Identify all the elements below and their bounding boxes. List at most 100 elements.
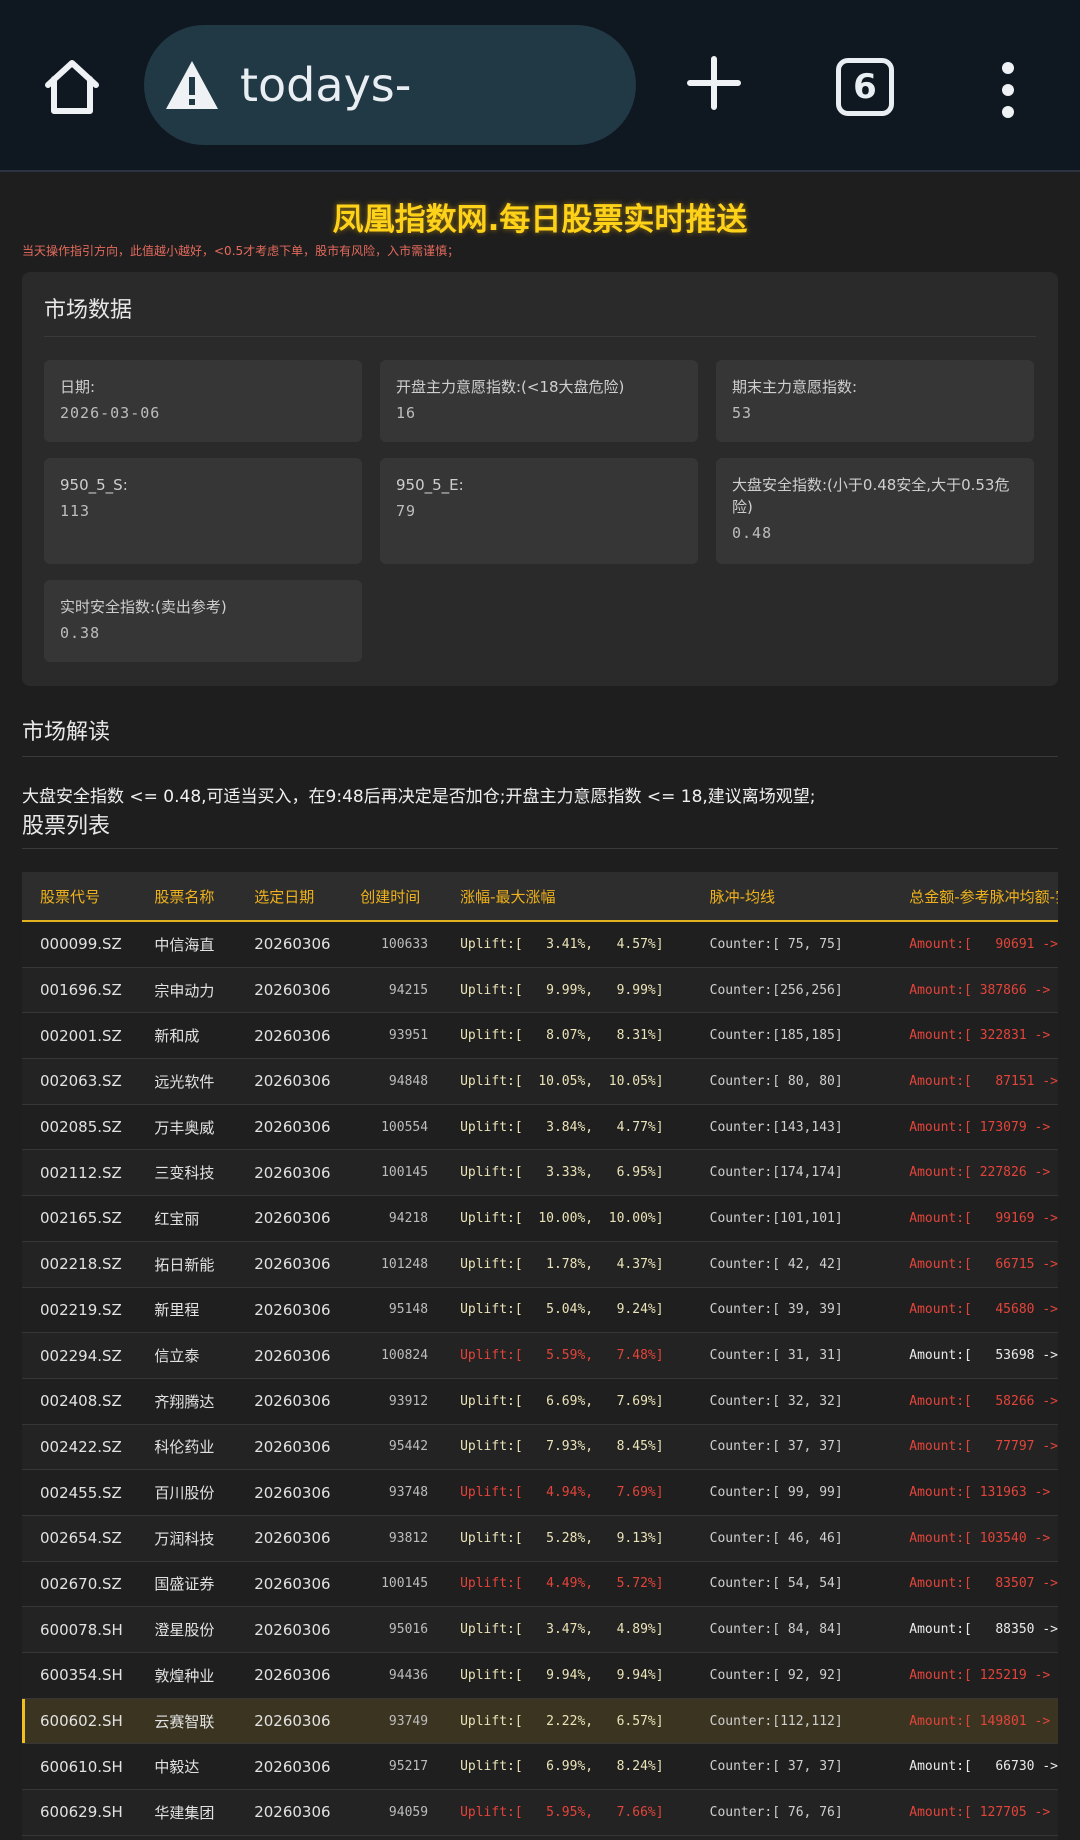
amount-cell: Amount:[ 66715 -> (891, 1241, 1058, 1288)
uplift-cell: Uplift:[ 2.22%, 6.57%] (442, 1698, 692, 1745)
select-date-cell: 20260306 (236, 1789, 343, 1836)
table-row[interactable]: 002294.SZ 信立泰 20260306 100824 Uplift:[ 5.59%… (22, 1332, 1058, 1379)
column-header-amount[interactable]: 总金额-参考脉冲均额-实 (891, 872, 1058, 922)
metric-close-intent: 期末主力意愿指数: 53 (716, 360, 1034, 442)
stock-code-cell: 600629.SH (22, 1789, 137, 1836)
select-date-cell: 20260306 (236, 1469, 343, 1516)
table-row[interactable]: 002219.SZ 新里程 20260306 95148 Uplift:[ 5.04%,… (22, 1287, 1058, 1334)
table-row[interactable]: 600078.SH 澄星股份 20260306 95016 Uplift:[ 3.47%… (22, 1606, 1058, 1653)
stock-code-cell: 002455.SZ (22, 1469, 137, 1516)
metric-label: 日期: (60, 378, 96, 396)
column-header-date[interactable]: 选定日期 (236, 872, 343, 922)
counter-cell: Counter:[ 76, 76] (691, 1789, 892, 1836)
column-header-name[interactable]: 股票名称 (136, 872, 237, 922)
amount-cell: Amount:[ 131963 -> (891, 1469, 1058, 1516)
tab-switcher-button[interactable]: 6 (836, 58, 894, 116)
table-row[interactable]: 000099.SZ 中信海直 20260306 100633 Uplift:[ 3.41… (22, 921, 1058, 968)
table-row[interactable]: 600610.SH 中毅达 20260306 95217 Uplift:[ 6.99%,… (22, 1743, 1058, 1791)
create-time-cell: 95442 (342, 1424, 443, 1471)
column-header-time[interactable]: 创建时间 (342, 872, 443, 922)
table-row[interactable]: 002001.SZ 新和成 20260306 93951 Uplift:[ 8.07%,… (22, 1012, 1058, 1060)
counter-cell: Counter:[ 37, 37] (691, 1743, 892, 1791)
table-row[interactable]: 002670.SZ 国盛证券 20260306 100145 Uplift:[ 4.49… (22, 1561, 1058, 1608)
table-row[interactable]: 001696.SZ 宗申动力 20260306 94215 Uplift:[ 9.99%… (22, 967, 1058, 1014)
table-row[interactable]: 600629.SH 华建集团 20260306 94059 Uplift:[ 5.95%… (22, 1789, 1058, 1836)
stock-name-cell: 中毅达 (136, 1743, 237, 1791)
stock-name-cell: 国盛证券 (136, 1561, 237, 1608)
metric-label: 950_5_E: (396, 476, 464, 494)
stock-code-cell: 000099.SZ (22, 921, 137, 968)
new-tab-icon[interactable] (686, 55, 742, 111)
stock-code-cell: 002408.SZ (22, 1378, 137, 1425)
table-row[interactable]: 002455.SZ 百川股份 20260306 93748 Uplift:[ 4.94%… (22, 1469, 1058, 1516)
more-menu-icon[interactable] (990, 60, 1026, 120)
create-time-cell: 94436 (342, 1652, 443, 1699)
counter-cell: Counter:[185,185] (691, 1012, 892, 1060)
counter-cell: Counter:[ 46, 46] (691, 1515, 892, 1562)
metric-value: 0.48 (732, 524, 773, 542)
stock-list-title: 股票列表 (22, 814, 111, 839)
table-row[interactable]: 002408.SZ 齐翔腾达 20260306 93912 Uplift:[ 6.69%… (22, 1378, 1058, 1425)
stock-name-cell: 拓日新能 (136, 1241, 237, 1288)
divider (22, 848, 1058, 849)
table-row[interactable]: 600354.SH 敦煌种业 20260306 94436 Uplift:[ 9.94%… (22, 1652, 1058, 1699)
uplift-cell: Uplift:[ 3.41%, 4.57%] (442, 921, 692, 968)
stock-code-cell: 002654.SZ (22, 1515, 137, 1562)
amount-cell: Amount:[ 387866 -> (891, 967, 1058, 1014)
amount-cell: Amount:[ 127705 -> (891, 1789, 1058, 1836)
uplift-cell: Uplift:[ 6.99%, 8.24%] (442, 1743, 692, 1791)
uplift-cell: Uplift:[ 8.07%, 8.31%] (442, 1012, 692, 1060)
column-header-code[interactable]: 股票代号 (22, 872, 137, 922)
uplift-cell: Uplift:[ 3.33%, 6.95%] (442, 1149, 692, 1197)
create-time-cell: 95217 (342, 1743, 443, 1791)
stock-code-cell: 002294.SZ (22, 1332, 137, 1379)
amount-cell: Amount:[ 58266 -> (891, 1378, 1058, 1425)
table-row[interactable]: 002085.SZ 万丰奥威 20260306 100554 Uplift:[ 3.84… (22, 1104, 1058, 1151)
stock-code-cell: 600610.SH (22, 1743, 137, 1791)
warning-icon[interactable] (164, 57, 220, 113)
table-row[interactable]: 002654.SZ 万润科技 20260306 93812 Uplift:[ 5.28%… (22, 1515, 1058, 1562)
market-data-title: 市场数据 (44, 298, 133, 323)
uplift-cell: Uplift:[ 7.93%, 8.45%] (442, 1424, 692, 1471)
table-row[interactable]: 002063.SZ 远光软件 20260306 94848 Uplift:[ 10.05… (22, 1058, 1058, 1105)
counter-cell: Counter:[ 31, 31] (691, 1332, 892, 1379)
amount-cell: Amount:[ 227826 -> (891, 1149, 1058, 1197)
uplift-cell: Uplift:[ 3.47%, 4.89%] (442, 1606, 692, 1653)
select-date-cell: 20260306 (236, 1287, 343, 1334)
amount-cell: Amount:[ 90691 -> (891, 921, 1058, 968)
table-row[interactable]: 600602.SH 云赛智联 20260306 93749 Uplift:[ 2.22%… (22, 1698, 1058, 1745)
create-time-cell: 100554 (342, 1104, 443, 1151)
create-time-cell: 94215 (342, 967, 443, 1014)
column-header-uplift[interactable]: 涨幅-最大涨幅 (442, 872, 692, 922)
home-icon[interactable] (40, 55, 104, 119)
metric-label: 实时安全指数:(卖出参考) (60, 598, 227, 616)
counter-cell: Counter:[ 92, 92] (691, 1652, 892, 1699)
stock-name-cell: 万丰奥威 (136, 1104, 237, 1151)
select-date-cell: 20260306 (236, 1149, 343, 1197)
stock-table-container[interactable]: 股票代号 股票名称 选定日期 创建时间 涨幅-最大涨幅 脉冲-均线 总金额-参考… (22, 872, 1058, 1840)
counter-cell: Counter:[112,112] (691, 1698, 892, 1745)
uplift-cell: Uplift:[ 9.94%, 9.94%] (442, 1652, 692, 1699)
stock-name-cell: 信立泰 (136, 1332, 237, 1379)
metric-realtime-safety: 实时安全指数:(卖出参考) 0.38 (44, 580, 362, 662)
select-date-cell: 20260306 (236, 1241, 343, 1288)
browser-toolbar: todays-stock.com 6 (0, 0, 1080, 232)
amount-cell: Amount:[ 173079 -> (891, 1104, 1058, 1151)
amount-cell: Amount:[ 88350 -> (891, 1606, 1058, 1653)
select-date-cell: 20260306 (236, 1424, 343, 1471)
address-bar[interactable]: todays-stock.com (144, 25, 636, 232)
table-row[interactable]: 002112.SZ 三变科技 20260306 100145 Uplift:[ 3.33… (22, 1149, 1058, 1197)
metric-value: 53 (732, 404, 753, 422)
select-date-cell: 20260306 (236, 1058, 343, 1105)
table-row[interactable]: 002165.SZ 红宝丽 20260306 94218 Uplift:[ 10.00%… (22, 1195, 1058, 1242)
column-header-counter[interactable]: 脉冲-均线 (691, 872, 892, 922)
uplift-cell: Uplift:[ 9.99%, 9.99%] (442, 967, 692, 1014)
create-time-cell: 100145 (342, 1561, 443, 1608)
table-row[interactable]: 002218.SZ 拓日新能 20260306 101248 Uplift:[ 1.78… (22, 1241, 1058, 1288)
stock-name-cell: 远光软件 (136, 1058, 237, 1105)
stock-name-cell: 科伦药业 (136, 1424, 237, 1471)
table-row[interactable]: 002422.SZ 科伦药业 20260306 95442 Uplift:[ 7.93%… (22, 1424, 1058, 1471)
select-date-cell: 20260306 (236, 1743, 343, 1791)
create-time-cell: 94218 (342, 1195, 443, 1242)
stock-code-cell: 002001.SZ (22, 1012, 137, 1060)
